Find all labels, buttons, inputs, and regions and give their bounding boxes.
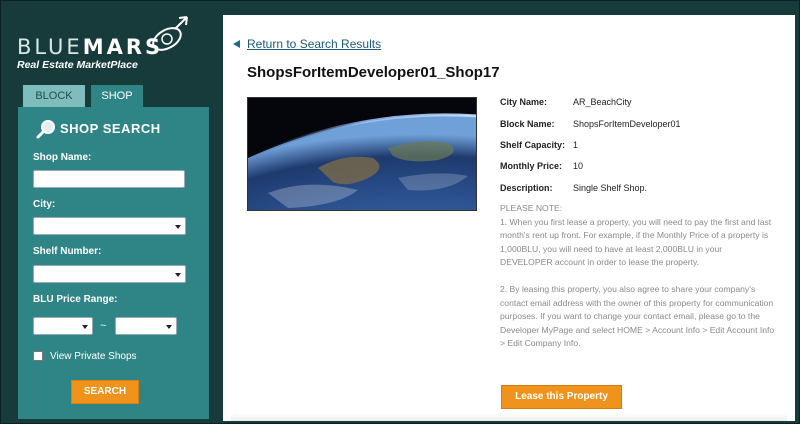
notice-heading: PLEASE NOTE: [500, 203, 563, 213]
chevron-down-icon [175, 225, 181, 229]
shop-title: ShopsForItemDeveloper01_Shop17 [247, 64, 500, 81]
info-value: ShopsForItemDeveloper01 [573, 119, 681, 129]
info-value: 1 [573, 140, 579, 150]
notice-paragraph-1: 1. When you first lease a property, you … [500, 216, 772, 268]
magnifier-icon [36, 120, 55, 139]
shop-image [247, 97, 477, 211]
private-shops-checkbox[interactable] [33, 351, 43, 361]
city-select[interactable] [33, 217, 186, 235]
bluemars-logo[interactable]: BLUEMARS Real Estate MarketPlace [17, 13, 207, 77]
mars-orbit-icon [152, 16, 188, 51]
shelf-number-select[interactable] [33, 265, 186, 283]
chevron-down-icon [82, 325, 88, 329]
lease-property-button[interactable]: Lease this Property [501, 385, 622, 409]
info-label: Monthly Price: [500, 161, 563, 171]
tab-shop[interactable]: SHOP [91, 85, 143, 107]
logo-wordmark: BLUEMARS [17, 35, 164, 59]
info-label: Description: [500, 183, 553, 193]
panel-title: SHOP SEARCH [60, 121, 161, 136]
city-label: City: [33, 199, 56, 210]
info-label: Shelf Capacity: [500, 140, 566, 150]
info-value: Single Shelf Shop. [573, 183, 648, 193]
shop-search-panel: SHOP SEARCH Shop Name: City: Shelf Numbe… [18, 107, 209, 419]
shop-name-label: Shop Name: [33, 152, 92, 163]
price-min-select[interactable] [33, 317, 93, 335]
search-button[interactable]: SEARCH [71, 380, 139, 404]
chevron-down-icon [166, 325, 172, 329]
info-value: 10 [573, 161, 584, 171]
info-value: AR_BeachCity [573, 97, 632, 107]
info-label: Block Name: [500, 119, 555, 129]
lease-notice: PLEASE NOTE: 1. When you first lease a p… [500, 202, 775, 364]
price-max-select[interactable] [115, 317, 177, 335]
back-arrow-icon [233, 40, 240, 48]
logo-subtitle: Real Estate MarketPlace [17, 59, 138, 71]
range-separator: ~ [100, 320, 107, 332]
tab-block[interactable]: BLOCK [23, 85, 85, 107]
content-footer-shade [231, 413, 787, 421]
price-range-label: BLU Price Range: [33, 294, 118, 305]
return-to-results-link[interactable]: Return to Search Results [247, 37, 381, 51]
earth-horizon-image [248, 98, 476, 210]
chevron-down-icon [175, 273, 181, 277]
notice-paragraph-2: 2. By leasing this property, you also ag… [500, 283, 775, 349]
shop-detail: Return to Search Results ShopsForItemDev… [223, 15, 795, 421]
info-label: City Name: [500, 97, 548, 107]
private-shops-label: View Private Shops [50, 351, 137, 362]
shop-name-input[interactable] [33, 170, 185, 188]
shelf-number-label: Shelf Number: [33, 246, 102, 257]
